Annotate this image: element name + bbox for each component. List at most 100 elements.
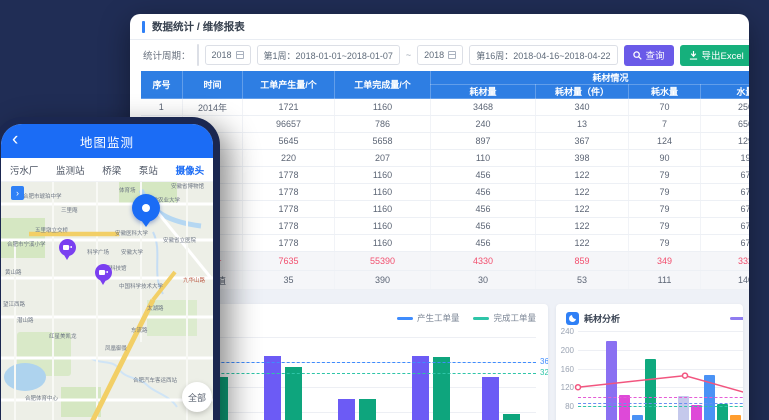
table-cell: 122: [536, 184, 629, 201]
table-row: 12014年17211160346834070250: [141, 99, 750, 116]
map-poi-label: 合肥体育中心: [25, 396, 58, 402]
back-icon[interactable]: ‹: [12, 128, 18, 152]
table-cell: 390: [335, 271, 431, 290]
bar-产生工单量: [338, 399, 355, 420]
phone-mockup: ‹ 地图监测 污水厂 监测站 桥梁 泵站 摄像头: [0, 117, 220, 420]
table-cell: 2014年: [183, 99, 243, 116]
period-option-年[interactable]: 年: [198, 45, 199, 65]
camera-marker[interactable]: [59, 239, 76, 256]
table-cell: 124: [629, 133, 701, 150]
table-cell: 349: [629, 252, 701, 271]
table-cell: 1778: [243, 201, 335, 218]
map-poi-label: 体育场: [119, 188, 136, 194]
chart-icon: [566, 312, 579, 325]
camera-marker[interactable]: [95, 264, 112, 281]
map-poi-label: 合肥汽车客运西站: [133, 378, 177, 384]
table-row: 177811604561227967: [141, 235, 750, 252]
map-poi-label: 科学广场: [87, 250, 109, 256]
legend-swatch[interactable]: [730, 317, 743, 320]
map-poi-label: 望江西路: [3, 302, 25, 308]
table-row: 56455658897367124129: [141, 133, 750, 150]
table-cell: 79: [629, 218, 701, 235]
download-icon: [689, 51, 698, 60]
table-cell: 240: [431, 116, 536, 133]
table-cell: 79: [629, 184, 701, 201]
table-cell: 1721: [243, 99, 335, 116]
phone-screen: ‹ 地图监测 污水厂 监测站 桥梁 泵站 摄像头: [1, 124, 213, 420]
chart-legend: 产生工单量 完成工单量: [397, 312, 536, 324]
filter-bar: 统计周期： 年季月周日 2018 第1周：2018-01-01~2018-01-…: [130, 40, 749, 70]
map-poi-label: 合肥市宁溪小学: [7, 242, 46, 248]
period-label: 统计周期：: [143, 48, 191, 62]
bar-完成工单量: [503, 414, 520, 420]
map-poi-label: 三里庵: [61, 208, 78, 214]
tab-泵站[interactable]: 泵站: [139, 163, 158, 177]
table-row: 96657786240137650: [141, 116, 750, 133]
tab-污水厂[interactable]: 污水厂: [10, 163, 39, 177]
expand-icon[interactable]: ›: [11, 186, 24, 200]
table-cell: 1160: [335, 184, 431, 201]
map-poi-label: 九华山路: [183, 278, 205, 284]
start-year-select[interactable]: 2018: [205, 45, 251, 65]
phone-header: ‹ 地图监测: [1, 124, 213, 158]
table-cell: 897: [431, 133, 536, 150]
show-all-button[interactable]: 全部: [182, 382, 212, 412]
selected-camera-pin[interactable]: [132, 194, 160, 222]
table-row: 177811604561227967: [141, 167, 750, 184]
map-tiles: [1, 182, 213, 420]
map-poi-label: 潜山路: [17, 318, 34, 324]
camera-icon: [99, 270, 105, 275]
calendar-icon: [448, 51, 456, 59]
map-poi-label: 红星美凯龙: [49, 334, 77, 340]
chart-title: 耗材分析: [566, 312, 620, 325]
report-table-wrapper: 序号时间工单产生量/个工单完成量/个耗材情况耗材量耗材量（件）耗水量水量 120…: [140, 70, 749, 290]
table-cell: 55390: [335, 252, 431, 271]
table-row: 177811604561227967: [141, 201, 750, 218]
reference-label: 360: [540, 357, 548, 366]
sub-column-header: 耗材量（件）: [536, 85, 629, 99]
table-cell: 19: [701, 150, 750, 167]
page: 数据统计 / 维修报表 统计周期： 年季月周日 2018 第1周：2018-01…: [0, 0, 769, 420]
table-cell: 79: [629, 201, 701, 218]
start-week-field[interactable]: 第1周：2018-01-01~2018-01-07: [257, 45, 400, 65]
table-cell: 250: [701, 99, 750, 116]
breadcrumb-text: 数据统计 / 维修报表: [152, 19, 245, 34]
map-poi-label: 五里墩立交桥: [35, 228, 68, 234]
table-row: 2202071103989019: [141, 150, 750, 167]
query-button[interactable]: 查询: [624, 45, 674, 66]
table-cell: 220: [243, 150, 335, 167]
phone-tab-bar: 污水厂 监测站 桥梁 泵站 摄像头: [1, 158, 213, 182]
sub-column-header: 耗材量: [431, 85, 536, 99]
legend-item[interactable]: 完成工单量: [473, 312, 536, 324]
tab-监测站[interactable]: 监测站: [56, 163, 85, 177]
end-year-select[interactable]: 2018: [417, 45, 463, 65]
bar-产生工单量: [482, 377, 499, 420]
table-row: 合计7635553904330859349332: [141, 252, 750, 271]
legend-label: 完成工单量: [493, 312, 536, 324]
tab-桥梁[interactable]: 桥梁: [102, 163, 121, 177]
tab-摄像头[interactable]: 摄像头: [176, 163, 205, 177]
column-header: 序号: [141, 71, 183, 99]
map-poi-label: 安徽大学: [121, 250, 143, 256]
charts-strip: 产生工单量完成工单量 360323 耗材分析 2402001601208040: [130, 290, 749, 420]
table-cell: 90: [629, 150, 701, 167]
table-cell: 456: [431, 201, 536, 218]
report-table: 序号时间工单产生量/个工单完成量/个耗材情况耗材量耗材量（件）耗水量水量 120…: [140, 70, 749, 290]
table-cell: 1: [141, 99, 183, 116]
legend-label: 产生工单量: [417, 312, 460, 324]
end-week-field[interactable]: 第16周：2018-04-16~2018-04-22: [469, 45, 617, 65]
bar-完成工单量: [359, 399, 376, 420]
map-poi-label: 太湖路: [147, 306, 164, 312]
table-cell: 1160: [335, 201, 431, 218]
table-cell: 1160: [335, 218, 431, 235]
column-header: 时间: [183, 71, 243, 99]
map-poi-label: 安徽省立医院: [163, 238, 196, 244]
table-cell: 5658: [335, 133, 431, 150]
legend-item[interactable]: 产生工单量: [397, 312, 460, 324]
table-cell: 786: [335, 116, 431, 133]
sub-column-header: 耗水量: [629, 85, 701, 99]
table-cell: 122: [536, 201, 629, 218]
consumables-chart-card: 耗材分析 2402001601208040: [556, 304, 743, 420]
map-view[interactable]: 体育场安徽农业大学安徽省博物馆合肥市琥珀中学三里庵五里墩立交桥安徽医科大学合肥市…: [1, 182, 213, 420]
export-excel-button[interactable]: 导出Excel: [680, 45, 749, 66]
